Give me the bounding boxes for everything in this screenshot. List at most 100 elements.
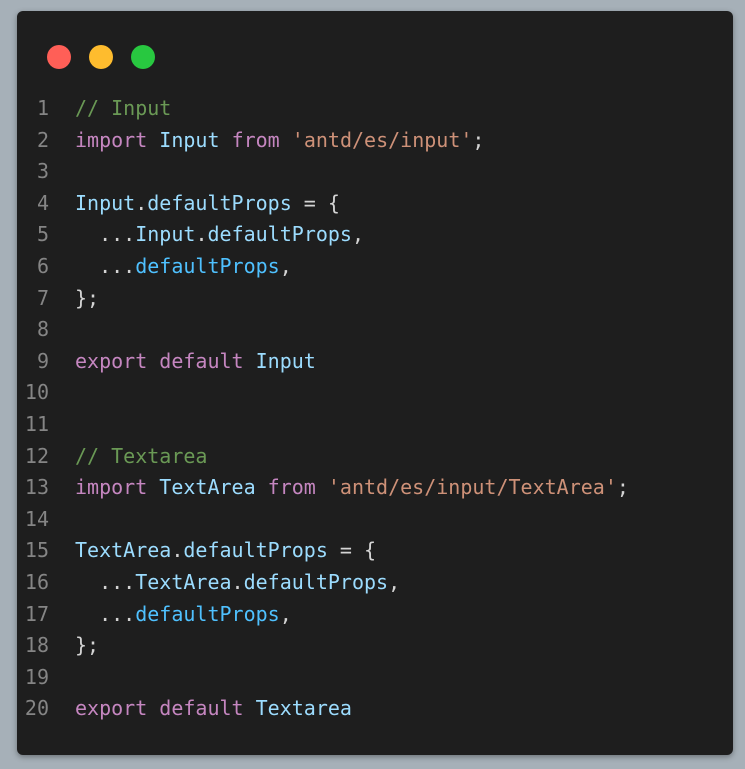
code-token: , bbox=[351, 222, 365, 247]
code-token: ... bbox=[75, 569, 136, 594]
code-token: defaultProps bbox=[135, 253, 280, 278]
line-content: export default Input bbox=[75, 346, 733, 378]
code-token: . bbox=[171, 538, 184, 563]
code-token: defaultProps bbox=[207, 222, 352, 247]
code-line: 15 TextArea.defaultProps = { bbox=[17, 535, 733, 567]
code-token: import bbox=[75, 127, 148, 152]
code-line: 4 Input.defaultProps = { bbox=[17, 188, 733, 220]
code-line: 7}; bbox=[17, 283, 733, 315]
line-number: 19 bbox=[24, 664, 49, 689]
code-line: 18}; bbox=[17, 630, 733, 662]
code-line: 12 // Textarea bbox=[17, 441, 733, 473]
code-token: // Textarea bbox=[75, 443, 208, 468]
line-number: 10 bbox=[24, 380, 49, 405]
close-dot-icon[interactable] bbox=[47, 45, 71, 69]
code-token: defaultProps bbox=[243, 569, 389, 594]
line-content: TextArea.defaultProps = { bbox=[75, 535, 733, 567]
code-line: 13 import TextArea from 'antd/es/input/Te… bbox=[17, 472, 733, 504]
code-token: Input bbox=[75, 190, 136, 215]
window-controls bbox=[47, 45, 155, 69]
code-line: 20 export default Textarea bbox=[17, 693, 733, 725]
code-token: . bbox=[195, 222, 208, 247]
code-token: defaultProps bbox=[147, 190, 292, 215]
code-line: 3 bbox=[17, 156, 733, 188]
code-token: defaultProps bbox=[135, 601, 280, 626]
code-token: // Input bbox=[75, 96, 172, 120]
code-token: Input bbox=[255, 348, 316, 373]
code-token: ... bbox=[75, 222, 136, 247]
line-content: ...defaultProps, bbox=[75, 599, 733, 631]
line-content: ...defaultProps, bbox=[75, 251, 733, 283]
line-number: 3 bbox=[36, 159, 49, 184]
minimize-dot-icon[interactable] bbox=[89, 45, 113, 69]
code-token: 'antd/es/input' bbox=[291, 127, 473, 152]
line-number: 16 bbox=[24, 569, 49, 594]
code-line: 1 // Input bbox=[17, 93, 733, 125]
code-block: 1 // Input 2 import Input from 'antd/es/inp… bbox=[17, 93, 733, 725]
code-token: ... bbox=[75, 253, 136, 278]
line-number: 18 bbox=[24, 633, 49, 658]
code-token: . bbox=[231, 569, 244, 594]
line-number: 5 bbox=[36, 222, 49, 247]
code-token: from bbox=[267, 475, 316, 500]
code-token: Input bbox=[135, 222, 196, 247]
code-line: 2 import Input from 'antd/es/input'; bbox=[17, 125, 733, 157]
line-content: }; bbox=[75, 630, 733, 662]
code-token: from bbox=[231, 127, 280, 152]
code-token: default bbox=[159, 348, 244, 373]
line-content: ...TextArea.defaultProps, bbox=[75, 567, 733, 599]
code-token: TextArea bbox=[159, 475, 256, 500]
code-token: default bbox=[159, 696, 244, 721]
code-line: 10 bbox=[17, 377, 733, 409]
code-token: ; bbox=[472, 127, 485, 152]
code-token: . bbox=[135, 190, 148, 215]
code-line: 6 ...defaultProps, bbox=[17, 251, 733, 283]
code-token: export bbox=[75, 696, 148, 721]
line-content: // Textarea bbox=[75, 441, 733, 473]
line-number: 8 bbox=[36, 317, 49, 342]
code-token: Input bbox=[159, 127, 220, 152]
code-line: 9 export default Input bbox=[17, 346, 733, 378]
code-token: , bbox=[388, 569, 401, 594]
line-number: 17 bbox=[24, 601, 49, 626]
line-number: 9 bbox=[36, 348, 49, 373]
code-line: 17 ...defaultProps, bbox=[17, 599, 733, 631]
code-line: 11 bbox=[17, 409, 733, 441]
line-content: import Input from 'antd/es/input'; bbox=[75, 125, 733, 157]
line-content: }; bbox=[75, 283, 733, 315]
line-number: 12 bbox=[24, 443, 49, 468]
line-number: 6 bbox=[36, 253, 49, 278]
code-token: export bbox=[75, 348, 148, 373]
code-token: = { bbox=[327, 538, 377, 563]
code-token: import bbox=[75, 475, 148, 500]
code-line: 14 bbox=[17, 504, 733, 536]
zoom-dot-icon[interactable] bbox=[131, 45, 155, 69]
code-token: }; bbox=[75, 633, 100, 658]
line-content: export default Textarea bbox=[75, 693, 733, 725]
code-token: 'antd/es/input/TextArea' bbox=[327, 475, 617, 500]
line-number: 14 bbox=[24, 506, 49, 531]
line-number: 1 bbox=[36, 96, 49, 120]
line-content: ...Input.defaultProps, bbox=[75, 219, 733, 251]
line-number: 7 bbox=[36, 285, 49, 310]
line-number: 13 bbox=[24, 475, 49, 500]
code-token: Textarea bbox=[255, 696, 352, 721]
line-number: 20 bbox=[24, 696, 49, 721]
line-number: 15 bbox=[24, 538, 49, 563]
code-token: TextArea bbox=[75, 538, 172, 563]
line-number: 2 bbox=[36, 127, 49, 152]
line-number: 11 bbox=[24, 411, 49, 436]
code-line: 8 bbox=[17, 314, 733, 346]
code-line: 19 bbox=[17, 662, 733, 694]
line-content: Input.defaultProps = { bbox=[75, 188, 733, 220]
line-content: import TextArea from 'antd/es/input/Text… bbox=[75, 472, 733, 504]
